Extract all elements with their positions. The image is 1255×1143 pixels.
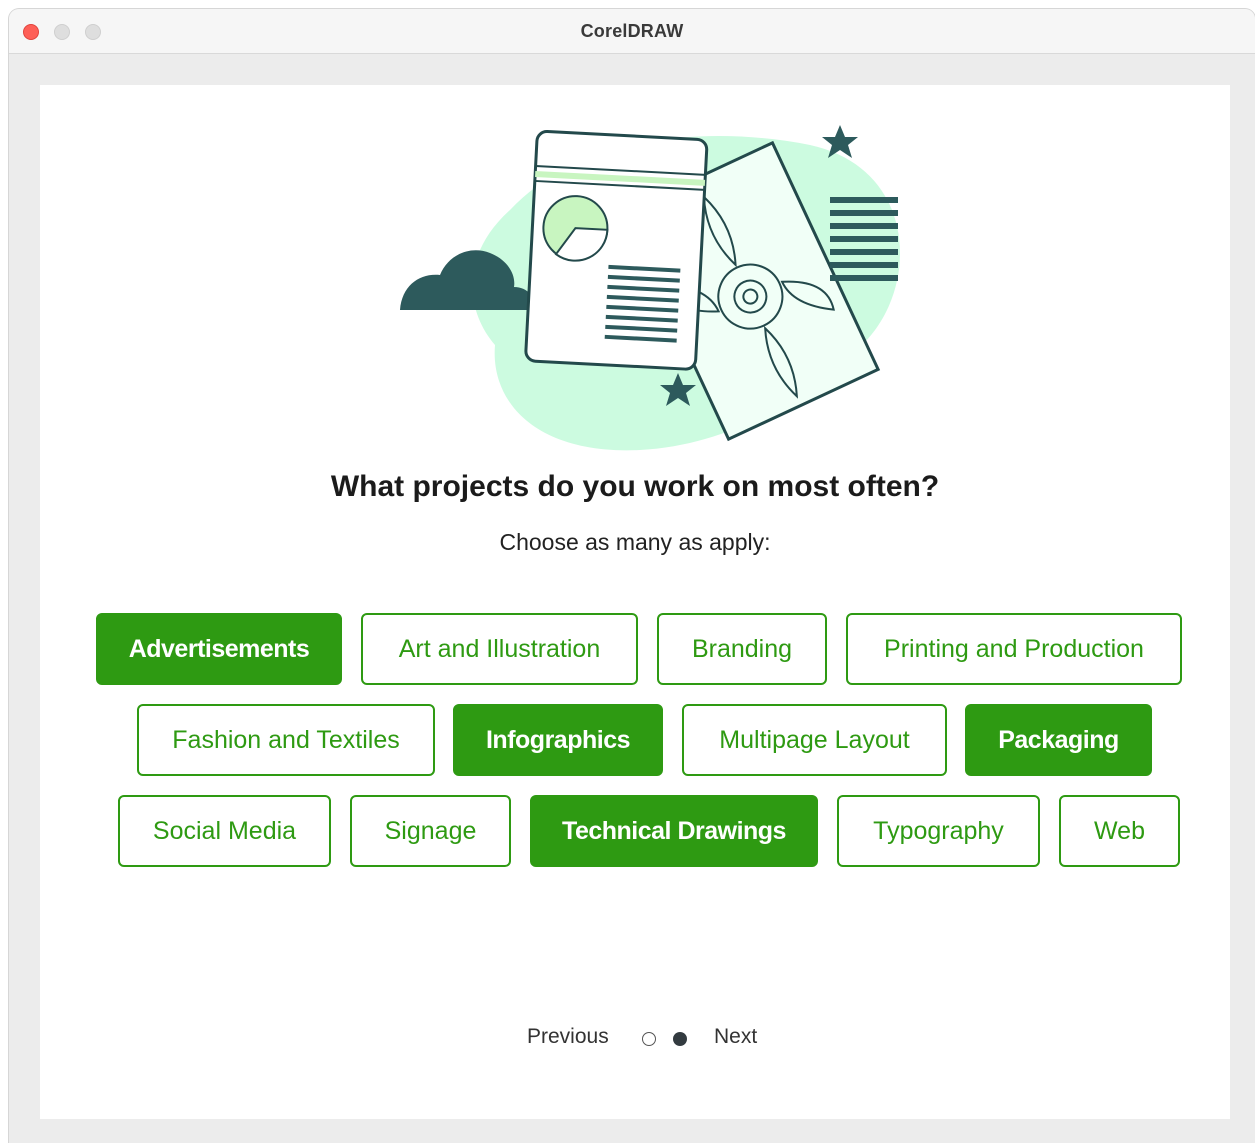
option-advertisements[interactable]: Advertisements xyxy=(96,613,342,685)
option-typography[interactable]: Typography xyxy=(837,795,1040,867)
option-technical-drawings[interactable]: Technical Drawings xyxy=(530,795,818,867)
page-indicator-dot-2[interactable] xyxy=(673,1032,687,1046)
option-branding[interactable]: Branding xyxy=(657,613,827,685)
option-social-media[interactable]: Social Media xyxy=(118,795,331,867)
question-heading: What projects do you work on most often? xyxy=(330,470,940,503)
title-bar: CorelDRAW xyxy=(9,9,1255,54)
chart-page xyxy=(524,130,709,371)
option-art-and-illustration[interactable]: Art and Illustration xyxy=(361,613,638,685)
next-button[interactable]: Next xyxy=(714,1025,757,1049)
window-title: CorelDRAW xyxy=(580,21,684,41)
option-packaging[interactable]: Packaging xyxy=(965,704,1152,776)
option-web[interactable]: Web xyxy=(1059,795,1180,867)
option-signage[interactable]: Signage xyxy=(350,795,511,867)
question-subheading: Choose as many as apply: xyxy=(499,529,771,555)
option-multipage-layout[interactable]: Multipage Layout xyxy=(682,704,947,776)
option-fashion-and-textiles[interactable]: Fashion and Textiles xyxy=(137,704,435,776)
previous-button[interactable]: Previous xyxy=(527,1025,609,1049)
onboarding-panel: What projects do you work on most often?… xyxy=(40,85,1230,1119)
option-infographics[interactable]: Infographics xyxy=(453,704,663,776)
app-window: CorelDRAW What projects do you work on m… xyxy=(9,9,1255,1143)
option-printing-and-production[interactable]: Printing and Production xyxy=(846,613,1182,685)
page-indicator-dot-1[interactable] xyxy=(642,1032,656,1046)
projects-illustration xyxy=(400,125,900,451)
